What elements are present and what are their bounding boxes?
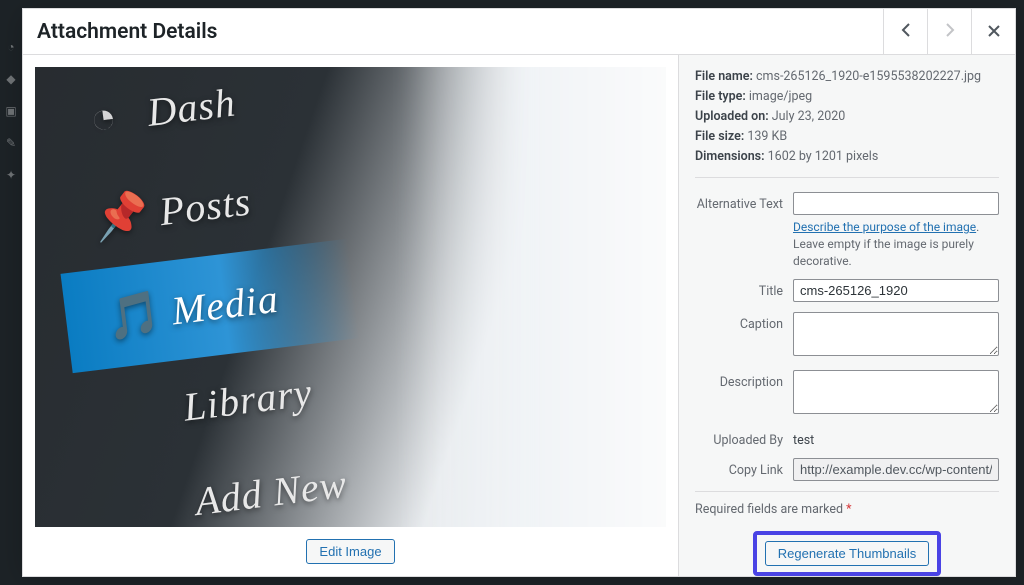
copy-link-label: Copy Link xyxy=(695,458,793,478)
title-label: Title xyxy=(695,279,793,299)
gauge-icon: ◔ xyxy=(7,40,14,54)
uploaded-on-value: July 23, 2020 xyxy=(772,109,846,124)
uploaded-on-label: Uploaded on: xyxy=(695,109,769,124)
file-name-label: File name: xyxy=(695,69,753,84)
file-type-value: image/jpeg xyxy=(749,89,812,104)
file-size-label: File size: xyxy=(695,129,744,144)
uploaded-by-label: Uploaded By xyxy=(695,428,793,448)
description-textarea[interactable] xyxy=(793,370,999,414)
modal-body: ◔Dash 📌Posts 🎵Media Library Add New Edit… xyxy=(23,55,1015,576)
file-meta: File name: cms-265126_1920-e159553820222… xyxy=(695,67,999,178)
caption-label: Caption xyxy=(695,312,793,332)
attachment-details-modal: Attachment Details ◔Dash 📌Posts 🎵Media L… xyxy=(22,8,1016,577)
chevron-right-icon xyxy=(945,21,955,42)
edit-image-button[interactable]: Edit Image xyxy=(306,539,394,564)
alt-text-label: Alternative Text xyxy=(695,192,793,212)
required-fields-note: Required fields are marked * xyxy=(695,491,999,517)
details-panel: File name: cms-265126_1920-e159553820222… xyxy=(679,55,1015,576)
sim-media-label: Media xyxy=(169,274,281,334)
wp-admin-sidebar: ◔ ◆ ▣ ✎ ✦ xyxy=(0,0,22,585)
attachment-image: ◔Dash 📌Posts 🎵Media Library Add New xyxy=(35,67,666,527)
required-note-text: Required fields are marked xyxy=(695,502,846,517)
file-type-label: File type: xyxy=(695,89,746,104)
alt-text-hint-link[interactable]: Describe the purpose of the image xyxy=(793,220,976,234)
close-button[interactable] xyxy=(971,9,1015,55)
title-input[interactable] xyxy=(793,279,999,302)
alt-text-hint: Describe the purpose of the image. Leave… xyxy=(793,219,999,269)
next-button[interactable] xyxy=(927,9,971,55)
regenerate-highlight: Regenerate Thumbnails xyxy=(753,531,942,576)
modal-nav-buttons xyxy=(883,9,1015,55)
description-label: Description xyxy=(695,370,793,390)
dimensions-label: Dimensions: xyxy=(695,149,765,164)
modal-header: Attachment Details xyxy=(23,9,1015,55)
sim-posts-label: Posts xyxy=(157,177,254,235)
alt-text-input[interactable] xyxy=(793,192,999,215)
modal-title: Attachment Details xyxy=(37,20,217,44)
close-icon xyxy=(988,21,1000,42)
media-icon: ▣ xyxy=(5,104,16,118)
prev-button[interactable] xyxy=(883,9,927,55)
copy-link-input[interactable] xyxy=(793,458,999,481)
sim-addnew-label: Add New xyxy=(192,460,349,525)
caption-textarea[interactable] xyxy=(793,312,999,356)
regenerate-thumbnails-button[interactable]: Regenerate Thumbnails xyxy=(765,541,930,566)
sim-library-label: Library xyxy=(181,368,315,430)
comments-icon: ✎ xyxy=(6,136,16,150)
wrench-icon: ✦ xyxy=(6,168,16,182)
dimensions-value: 1602 by 1201 pixels xyxy=(768,149,879,164)
file-name-value: cms-265126_1920-e1595538202227.jpg xyxy=(756,69,981,84)
uploaded-by-value: test xyxy=(793,428,999,448)
file-size-value: 139 KB xyxy=(747,129,787,144)
chevron-left-icon xyxy=(901,21,911,42)
sim-dashboard-label: Dash xyxy=(145,79,239,136)
media-preview-panel: ◔Dash 📌Posts 🎵Media Library Add New Edit… xyxy=(23,55,679,576)
pin-icon: ◆ xyxy=(6,72,15,86)
required-note-asterisk: * xyxy=(846,502,851,517)
